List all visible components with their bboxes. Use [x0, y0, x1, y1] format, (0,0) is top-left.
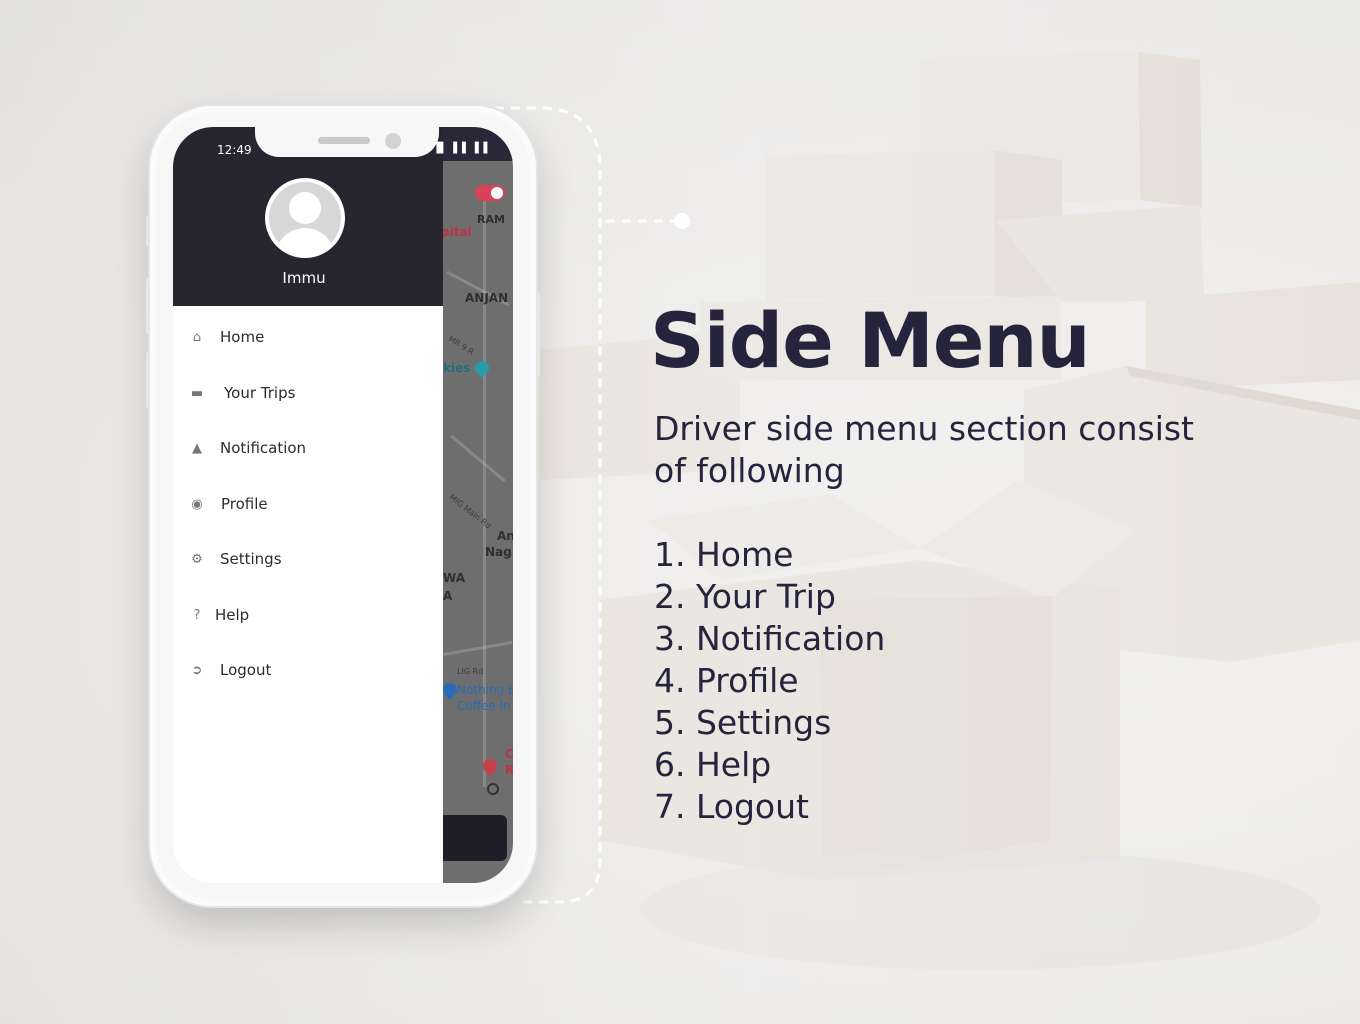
online-toggle[interactable]: [475, 185, 505, 201]
list-item: 2. Your Trip: [654, 577, 836, 616]
list-item: 5. Settings: [654, 703, 832, 742]
drawer-footer: [173, 807, 443, 883]
menu-item-label: Home: [220, 328, 265, 346]
front-camera: [385, 133, 401, 149]
avatar-body: [275, 228, 335, 254]
map-label: pital: [443, 225, 472, 239]
map-label: Nothing E: [457, 683, 513, 697]
home-icon: ⌂: [192, 330, 202, 345]
side-drawer: Immu ⌂ Home ▬ Your Trips ▲ Notification …: [173, 127, 443, 883]
map-label: kies: [443, 361, 471, 375]
menu-item-label: Profile: [221, 495, 268, 513]
map-label: An: [497, 529, 513, 543]
map-road: [450, 434, 506, 483]
list-item: 1. Home: [654, 535, 794, 574]
map-label: C: [505, 747, 513, 761]
menu-item-label: Help: [215, 606, 250, 624]
list-item: 3. Notification: [654, 619, 886, 658]
menu-item-notification[interactable]: ▲ Notification: [173, 429, 443, 469]
phone-side-button: [146, 278, 150, 334]
menu-item-label: Your Trips: [224, 384, 296, 402]
logout-icon: ➲: [191, 663, 203, 678]
gear-icon: ⚙: [191, 552, 203, 567]
menu-item-label: Settings: [220, 550, 282, 568]
phone-notch: [255, 127, 439, 157]
map-road: [443, 640, 513, 657]
status-time: 12:49: [217, 143, 252, 157]
map-label: R: [505, 763, 513, 777]
list-item: 7. Logout: [654, 787, 809, 826]
status-signal-icons: ∙ ▉ ▐▐ ▐▐: [425, 143, 489, 154]
user-circle-icon: ◉: [191, 497, 203, 512]
truck-icon: ▬: [190, 386, 204, 401]
menu-item-logout[interactable]: ➲ Logout: [173, 651, 443, 691]
my-location-icon[interactable]: [487, 783, 499, 795]
phone-side-button: [536, 292, 540, 376]
map-label: WA: [443, 571, 465, 585]
map-label: RAM: [477, 213, 505, 226]
map-label: LIG Rd: [457, 667, 484, 676]
map-label: Coffee In: [457, 699, 511, 713]
map-bottom-bar[interactable]: [443, 815, 507, 861]
menu-item-settings[interactable]: ⚙ Settings: [173, 540, 443, 580]
avatar-head: [289, 192, 321, 224]
menu-item-profile[interactable]: ◉ Profile: [173, 485, 443, 525]
phone-side-button: [146, 216, 150, 246]
page-title: Side Menu: [650, 296, 1091, 385]
map-label: Nag: [485, 545, 512, 559]
menu-item-help[interactable]: ? Help: [173, 596, 443, 636]
map-label: MR 9 R: [446, 334, 476, 357]
menu-item-your-trips[interactable]: ▬ Your Trips: [173, 374, 443, 414]
list-item: 4. Profile: [654, 661, 799, 700]
map-label: A: [443, 589, 453, 603]
feature-list: 1. Home 2. Your Trip 3. Notification 4. …: [654, 534, 885, 828]
avatar-placeholder-icon: [269, 182, 341, 254]
phone-mockup: 12:49 ∙ ▉ ▐▐ ▐▐ RAM pital ANJAN MR 9 R k…: [146, 106, 540, 906]
menu-item-label: Logout: [220, 661, 272, 679]
map-view[interactable]: RAM pital ANJAN MR 9 R kies MIG Main Rd …: [443, 127, 513, 883]
bell-icon: ▲: [192, 441, 202, 456]
user-name: Immu: [282, 269, 326, 287]
map-road: [483, 187, 486, 787]
speaker-grille: [318, 137, 370, 144]
avatar[interactable]: [265, 178, 345, 258]
phone-side-button: [146, 352, 150, 408]
list-item: 6. Help: [654, 745, 772, 784]
phone-screen: 12:49 ∙ ▉ ▐▐ ▐▐ RAM pital ANJAN MR 9 R k…: [173, 127, 513, 883]
map-pin-icon: [472, 358, 492, 378]
menu-item-home[interactable]: ⌂ Home: [173, 318, 443, 358]
menu-item-label: Notification: [220, 439, 307, 457]
question-icon: ?: [193, 608, 201, 623]
map-label: ANJAN: [465, 291, 509, 305]
page-subtitle: Driver side menu section consist of foll…: [654, 409, 1194, 490]
